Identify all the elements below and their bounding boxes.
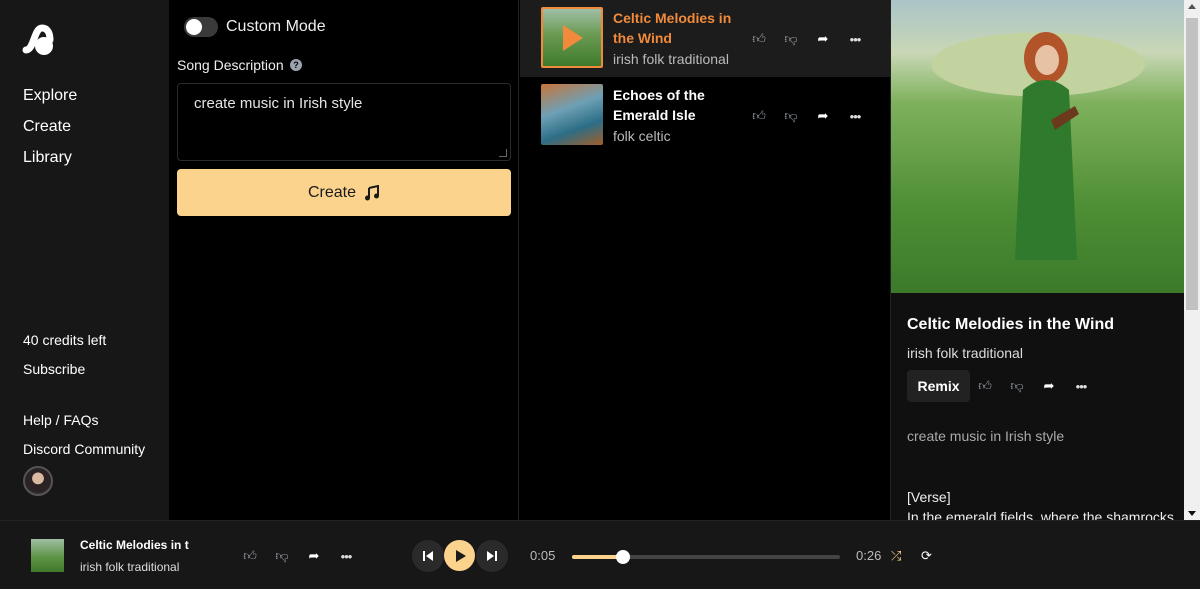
play-icon [455,549,466,562]
player-tags: irish folk traditional [80,560,180,574]
nav-create[interactable]: Create [23,118,71,136]
detail-tags: irish folk traditional [907,345,1023,361]
share-icon[interactable]: ➦ [815,31,831,47]
thumbs-up-icon[interactable]: 👍︎ [751,108,767,124]
shuffle-icon[interactable]: ⤮ [891,548,901,564]
progress-handle[interactable] [615,550,630,564]
credits-count: 40 credits left [23,332,107,348]
cover-figure [1015,32,1079,260]
song-description-value: create music in Irish style [194,95,363,112]
song-cover[interactable] [541,84,603,145]
avatar[interactable] [23,466,53,496]
create-button[interactable]: Create [177,169,511,216]
discord-link[interactable]: Discord Community [23,441,145,457]
thumbs-down-icon[interactable]: 👎︎ [1009,378,1025,394]
scroll-up-icon[interactable] [1188,4,1196,9]
sidebar: Explore Create Library 40 credits left S… [0,0,169,520]
player-bar: Celtic Melodies in t irish folk traditio… [0,520,1200,589]
custom-mode-label: Custom Mode [226,18,326,35]
skip-forward-button[interactable] [476,540,508,572]
more-icon[interactable]: ••• [847,108,863,124]
player-cover[interactable] [31,539,64,572]
nav-library[interactable]: Library [23,149,72,167]
play-icon[interactable] [563,25,583,51]
song-tags: folk celtic [613,128,671,144]
skip-back-icon [423,551,433,561]
progress-slider[interactable] [572,550,840,564]
song-detail-panel: Celtic Melodies in the Wind irish folk t… [890,0,1185,525]
thumbs-down-icon[interactable]: 👎︎ [783,108,799,124]
nav-explore[interactable]: Explore [23,87,77,105]
subscribe-link[interactable]: Subscribe [23,361,85,377]
resize-grip-icon[interactable] [499,149,507,157]
detail-title: Celtic Melodies in the Wind [907,316,1114,333]
song-description-input[interactable]: create music in Irish style [177,83,511,161]
skip-forward-icon [487,551,497,561]
help-link[interactable]: Help / FAQs [23,412,98,428]
skip-back-button[interactable] [412,540,444,572]
more-icon[interactable]: ••• [338,548,354,564]
thumbs-down-icon[interactable]: 👎︎ [274,548,290,564]
play-button[interactable] [444,540,475,571]
thumbs-up-icon[interactable]: 👍︎ [751,31,767,47]
remix-button[interactable]: Remix [907,370,970,402]
song-title[interactable]: Echoes of the Emerald Isle [613,85,743,125]
custom-mode-toggle[interactable] [184,17,218,37]
current-time: 0:05 [530,548,556,563]
song-title[interactable]: Celtic Melodies in the Wind [613,8,743,48]
song-tags: irish folk traditional [613,51,729,67]
song-cover[interactable] [541,7,603,68]
music-note-icon [365,184,380,200]
song-prompt: create music in Irish style [907,428,1065,444]
total-time: 0:26 [856,548,882,563]
share-icon[interactable]: ➦ [306,548,322,564]
more-icon[interactable]: ••• [847,31,863,47]
song-row[interactable]: Celtic Melodies in the Wind irish folk t… [520,0,890,77]
share-icon[interactable]: ➦ [1041,378,1057,394]
create-panel [169,0,519,520]
scroll-down-icon[interactable] [1188,511,1196,516]
scrollbar-thumb[interactable] [1186,18,1198,310]
player-actions: 👍︎ 👎︎ ➦ ••• [242,548,354,564]
create-button-label: Create [307,183,357,201]
toggle-knob [186,19,202,35]
share-icon[interactable]: ➦ [815,108,831,124]
lyrics-section-tag: [Verse] [907,489,951,505]
player-title[interactable]: Celtic Melodies in t [80,538,189,552]
song-row[interactable]: Echoes of the Emerald Isle folk celtic 👍… [520,77,890,154]
thumbs-down-icon[interactable]: 👎︎ [783,31,799,47]
song-list: Celtic Melodies in the Wind irish folk t… [520,0,890,520]
more-icon[interactable]: ••• [1073,378,1089,394]
detail-actions: 👍︎ 👎︎ ➦ ••• [977,378,1089,394]
song-cover-art [891,0,1185,293]
thumbs-up-icon[interactable]: 👍︎ [242,548,258,564]
song-actions: 👍︎ 👎︎ ➦ ••• [751,31,863,47]
scrollbar[interactable] [1184,0,1200,520]
song-description-label: Song Description [177,57,284,73]
repeat-icon[interactable]: ⟳ [921,548,932,564]
song-actions: 👍︎ 👎︎ ➦ ••• [751,108,863,124]
thumbs-up-icon[interactable]: 👍︎ [977,378,993,394]
help-icon[interactable]: ? [290,59,302,71]
logo-icon[interactable] [22,20,54,58]
